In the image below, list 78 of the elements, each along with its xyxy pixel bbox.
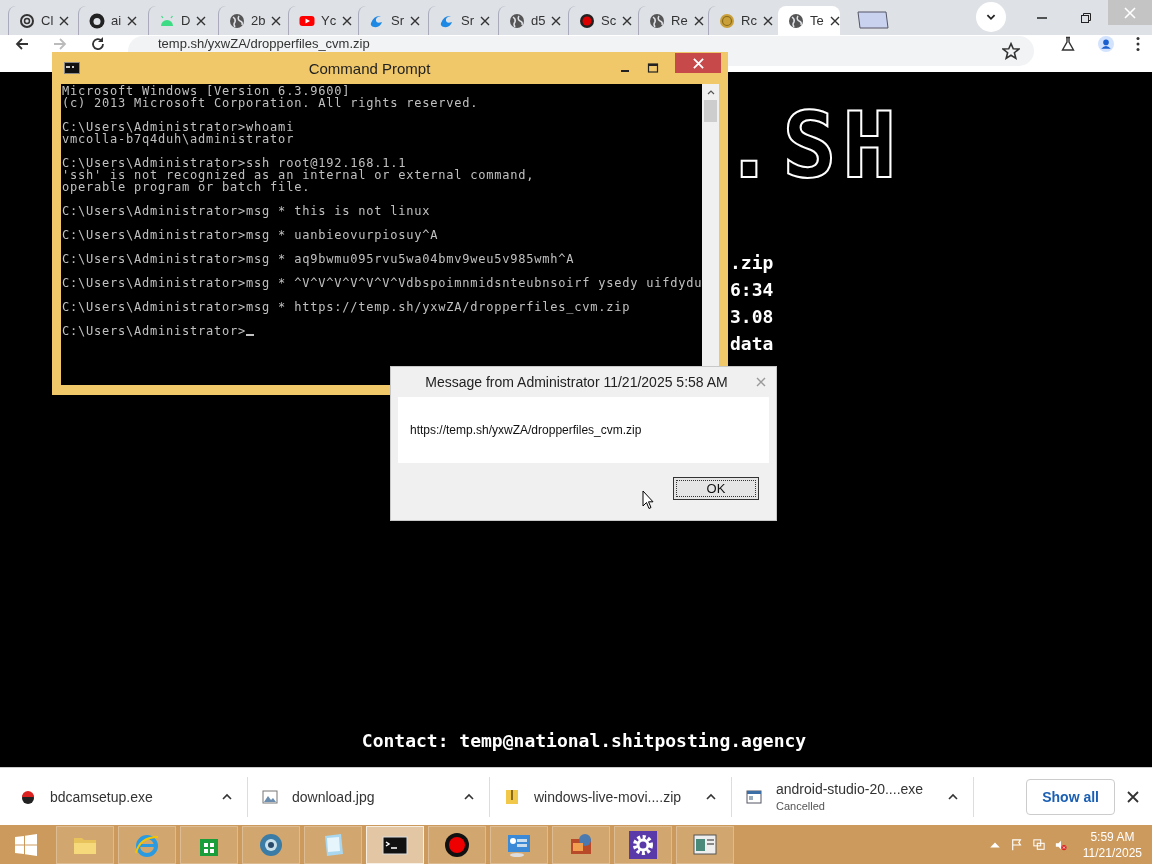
record-icon [579,12,595,29]
site-logo: .SH [722,106,903,186]
new-tab-icon[interactable] [854,11,890,29]
flask-icon[interactable] [1060,36,1076,52]
close-icon[interactable] [410,15,420,26]
console-line: (c) 2013 Microsoft Corporation. All rights reserved. [62,97,480,109]
close-icon[interactable] [59,15,70,26]
dialog-title: Message from Administrator 11/21/2025 5:58 AM [424,374,729,390]
maximize-icon[interactable] [647,62,659,74]
console-line: 'ssh' is not recognized as an internal or external command, [62,169,536,181]
back-icon[interactable] [14,36,30,52]
contact-text: Contact: temp@national.shitposting.agency [361,730,807,751]
globe-icon [229,12,245,29]
speaker-muted-icon[interactable] [1054,838,1067,851]
browser-tab[interactable]: Te [778,6,840,35]
taskbar-button[interactable] [614,825,672,864]
record-icon [443,830,471,859]
coin-icon [719,12,735,29]
console-line: C:\Users\Administrator>ssh root@192.168.1.1 [62,157,407,169]
close-icon[interactable] [551,15,562,26]
mouse-pointer-icon [642,490,654,510]
scroll-up-icon[interactable] [705,88,716,96]
close-icon[interactable] [693,15,704,26]
file-info-text: .zip [730,252,774,274]
console-line: C:\Users\Administrator> [62,325,702,337]
console-line: Microsoft Windows [Version 6.3.9600] [62,85,352,97]
message-text: https://temp.sh/yxwZA/dropperfiles_cvm.zip [410,423,642,437]
close-icon[interactable] [480,15,490,26]
console-line: C:\Users\Administrator>msg * ^V^V^V^V^V^V^Vdbspoimnmidsnteubnsoirf ysedy uifdydu [62,277,702,289]
close-button[interactable] [675,53,721,73]
scroll-thumb[interactable] [704,100,717,122]
tab-list-button[interactable] [976,1,1006,32]
close-icon [692,57,704,69]
close-icon [1124,6,1136,19]
close-icon[interactable] [622,15,633,26]
installer-icon [20,788,36,805]
ok-button[interactable]: OK [673,476,759,500]
file-info-text: 6:34 [730,279,774,301]
file-info-text: 3.08 [730,306,774,328]
console-line: vmcolla-b7q4duh\administrator [62,133,296,145]
window-icon [746,788,762,805]
start-icon[interactable] [14,832,38,857]
taskbar-button[interactable] [428,825,486,864]
globe-icon [649,12,665,29]
console-icon [64,62,80,74]
close-icon[interactable] [762,15,773,26]
globe-icon [788,12,804,29]
download-status: Cancelled [776,800,825,812]
profile-icon[interactable] [1098,36,1114,52]
file-name[interactable]: bdcamsetup.exe [50,788,153,805]
reload-icon[interactable] [90,36,106,52]
close-icon[interactable] [342,15,353,26]
clock-date: 11/21/2025 [1082,844,1142,861]
globe-icon [509,12,525,29]
console-line: C:\Users\Administrator>msg * https://temp.sh/yxwZA/dropperfiles_cvm.zip [62,301,632,313]
show-all-button[interactable]: Show all [1026,778,1115,815]
console-line: operable program or batch file. [62,181,312,193]
gear-icon [629,830,657,859]
menu-icon[interactable] [1136,36,1140,52]
close-icon[interactable] [1127,790,1139,803]
taskbar-button[interactable] [366,825,424,864]
restore-icon[interactable] [1080,11,1092,24]
console-line: C:\Users\Administrator>whoami [62,121,296,133]
close-icon[interactable] [271,15,282,26]
console-line: C:\Users\Administrator>msg * this is not linux [62,205,432,217]
close-icon[interactable] [196,15,207,26]
file-info-text: data [730,333,774,355]
clock-time: 5:59 AM [1090,828,1135,845]
file-name[interactable]: windows-live-movi....zip [534,788,682,805]
console-line: C:\Users\Administrator>msg * uanbieovurpiosuy^A [62,229,440,241]
close-icon[interactable] [127,15,138,26]
zip-folder-icon [504,788,520,805]
file-name[interactable]: android-studio-20....exe [776,781,924,797]
image-icon [262,788,278,805]
console-line: C:\Users\Administrator>msg * aq9bwmu095rvu5wa04bmv9weu5v985wmh^A [62,253,576,265]
close-icon[interactable] [829,15,840,26]
file-name[interactable]: download.jpg [292,788,375,805]
bookmark-star-icon[interactable] [1002,42,1020,60]
